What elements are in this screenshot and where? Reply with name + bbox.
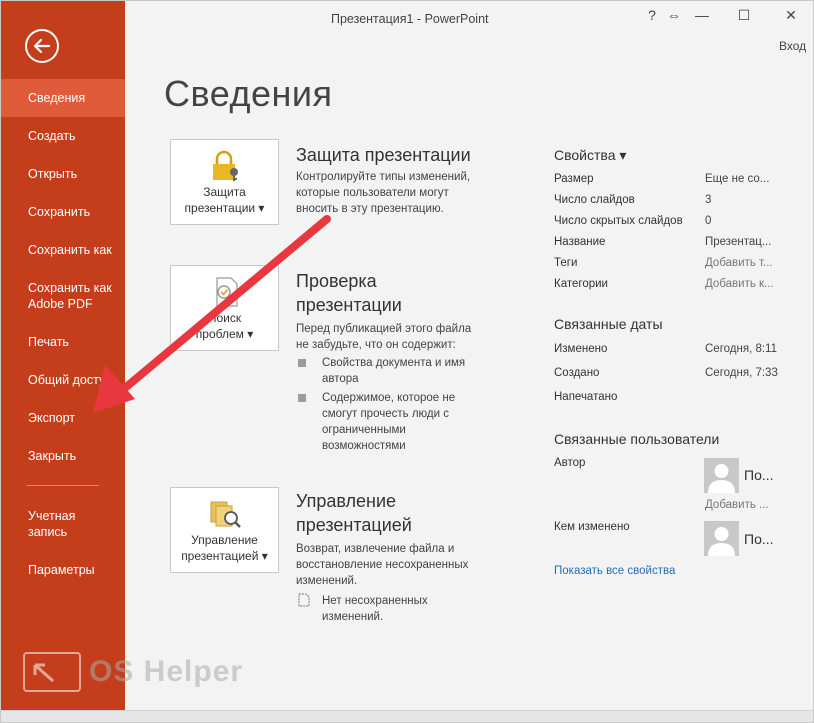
property-value: Еще не со... — [705, 173, 770, 185]
modified-by-avatar — [704, 521, 739, 556]
page-title: Сведения — [164, 73, 333, 114]
back-button[interactable] — [25, 29, 59, 63]
watermark-text: OS Helper — [89, 655, 244, 688]
property-title-field[interactable]: Презентац... — [705, 236, 771, 248]
backstage-sidebar: Сведения Создать Открыть Сохранить Сохра… — [1, 1, 125, 711]
property-categories-field[interactable]: Добавить к... — [705, 278, 774, 290]
related-dates-title: Связанные даты — [554, 316, 663, 332]
manage-section-description: Возврат, извлечение файла и восстановлен… — [296, 543, 469, 587]
sidebar-item-export[interactable]: Экспорт — [1, 410, 125, 426]
property-tags-field[interactable]: Добавить т... — [705, 257, 773, 269]
sidebar-item-save-as-pdf[interactable]: Сохранить как Adobe PDF — [1, 280, 125, 312]
manage-presentation-button[interactable]: Управление презентацией ▾ — [170, 487, 279, 573]
property-label: Категории — [554, 278, 608, 290]
inspect-document-icon — [216, 277, 238, 307]
sidebar-divider — [27, 485, 99, 486]
manage-versions-icon — [210, 501, 241, 528]
date-value: Сегодня, 7:33 — [705, 367, 778, 379]
bullet-icon — [298, 359, 306, 367]
inspect-section-title: Проверка презентации — [296, 271, 402, 315]
powerpoint-backstage-window: Сведения Создать Открыть Сохранить Сохра… — [0, 0, 814, 723]
ribbon-display-button[interactable]: ⇔ — [659, 7, 689, 23]
minimize-button[interactable]: — — [687, 7, 717, 23]
user-icon — [708, 464, 735, 493]
manage-section-title: Управление презентацией — [296, 491, 412, 535]
bullet-icon — [298, 394, 306, 402]
arrow-left-icon — [33, 38, 51, 54]
sidebar-item-close[interactable]: Закрыть — [1, 448, 125, 464]
property-label: Размер — [554, 173, 594, 185]
document-icon — [298, 593, 310, 607]
sidebar-item-account[interactable]: Учетная запись — [1, 508, 125, 540]
property-label: Теги — [554, 257, 578, 269]
sidebar-item-save-as[interactable]: Сохранить как — [1, 242, 125, 258]
check-for-issues-label: Поиск проблем ▾ — [195, 311, 254, 341]
sidebar-item-open[interactable]: Открыть — [1, 166, 125, 182]
date-label: Создано — [554, 367, 600, 379]
sidebar-item-new[interactable]: Создать — [1, 128, 125, 144]
modified-by-name[interactable]: По... — [744, 531, 774, 547]
author-label: Автор — [554, 457, 586, 469]
manage-presentation-label: Управление презентацией ▾ — [181, 533, 268, 563]
sidebar-item-save[interactable]: Сохранить — [1, 204, 125, 220]
watermark-logo: OS Helper — [23, 651, 263, 693]
author-name[interactable]: По... — [744, 467, 774, 483]
date-label: Напечатано — [554, 391, 618, 403]
window-title: Презентация1 - PowerPoint — [331, 12, 489, 26]
sign-in-link[interactable]: Вход — [779, 39, 806, 53]
sidebar-item-info[interactable]: Сведения — [1, 79, 125, 117]
sidebar-item-options[interactable]: Параметры — [1, 562, 125, 578]
modified-by-label: Кем изменено — [554, 521, 630, 533]
date-label: Изменено — [554, 343, 608, 355]
check-for-issues-button[interactable]: Поиск проблем ▾ — [170, 265, 279, 351]
protect-section-title: Защита презентации — [296, 145, 471, 165]
property-value: 3 — [705, 194, 712, 206]
inspect-bullet-accessibility: Содержимое, которое не смогут прочесть л… — [322, 392, 456, 452]
property-label: Число скрытых слайдов — [554, 215, 683, 227]
protect-presentation-label: Защита презентации ▾ — [184, 185, 265, 215]
inspect-bullet-properties: Свойства документа и имя автора — [322, 357, 466, 385]
user-icon — [708, 527, 735, 556]
lock-icon — [213, 150, 238, 181]
author-avatar — [704, 458, 739, 493]
sidebar-item-share[interactable]: Общий доступ — [1, 372, 125, 388]
show-all-properties-link[interactable]: Показать все свойства — [554, 565, 675, 577]
protect-section-description: Контролируйте типы изменений, которые по… — [296, 171, 471, 215]
property-label: Название — [554, 236, 606, 248]
property-value: 0 — [705, 215, 712, 227]
properties-dropdown[interactable]: Свойства ▾ — [554, 147, 626, 164]
maximize-button[interactable]: ☐ — [729, 7, 759, 24]
sidebar-item-print[interactable]: Печать — [1, 334, 125, 350]
no-unsaved-changes-note: Нет несохраненных изменений. — [322, 595, 428, 623]
horizontal-scrollbar[interactable] — [1, 710, 813, 722]
related-people-title: Связанные пользователи — [554, 431, 720, 447]
inspect-section-description: Перед публикацией этого файла не забудьт… — [296, 323, 472, 351]
add-author-link[interactable]: Добавить ... — [705, 499, 769, 511]
date-value: Сегодня, 8:11 — [705, 343, 777, 355]
property-label: Число слайдов — [554, 194, 635, 206]
protect-presentation-button[interactable]: Защита презентации ▾ — [170, 139, 279, 225]
close-button[interactable]: ✕ — [776, 7, 806, 24]
